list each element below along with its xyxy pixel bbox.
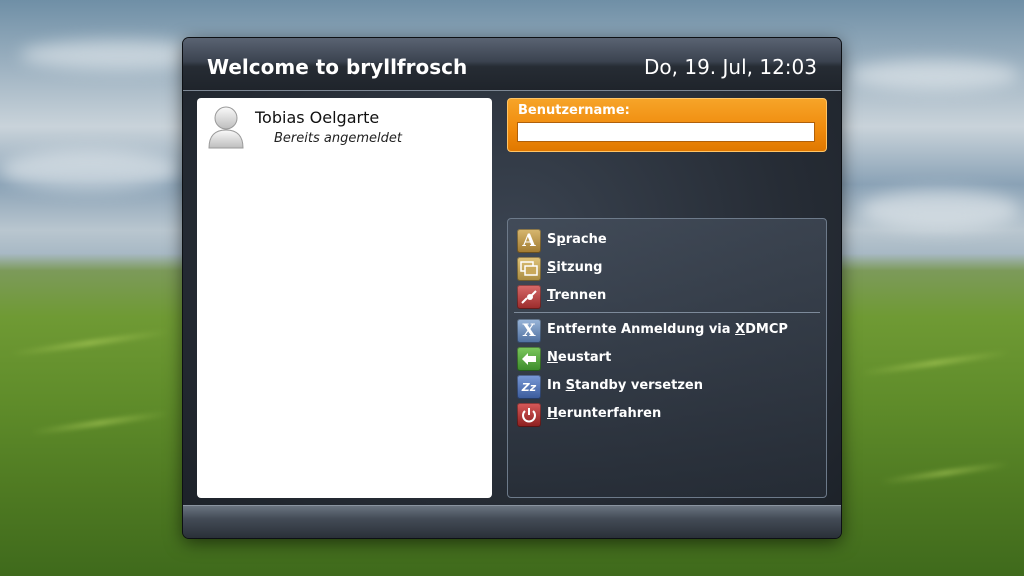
menu-item-label: Sprache — [547, 232, 607, 247]
user-avatar-icon — [207, 104, 245, 150]
menu-item-disconnect[interactable]: Trennen — [517, 284, 817, 310]
standby-icon: Zz — [517, 375, 541, 399]
desktop-background: { "dialog": { "title": "Welcome to bryll… — [0, 0, 1024, 576]
menu-item-standby[interactable]: Zz In Standby versetzen — [517, 374, 817, 400]
session-icon — [517, 257, 541, 281]
user-name: Tobias Oelgarte — [255, 108, 380, 127]
user-list-item[interactable]: Tobias Oelgarte Bereits angemeldet — [207, 104, 477, 152]
cloud — [0, 150, 180, 190]
clock: Do, 19. Jul, 12:03 — [644, 55, 817, 79]
menu-item-restart[interactable]: Neustart — [517, 346, 817, 372]
cloud — [850, 60, 1020, 90]
menu-item-session[interactable]: Sitzung — [517, 256, 817, 282]
cloud — [860, 190, 1020, 230]
grass — [880, 460, 1010, 486]
login-dialog: Welcome to bryllfrosch Do, 19. Jul, 12:0… — [183, 38, 841, 538]
user-status: Bereits angemeldet — [274, 131, 402, 146]
username-box: Benutzername: — [507, 98, 827, 152]
restart-icon — [517, 347, 541, 371]
menu-item-language[interactable]: A Sprache — [517, 228, 817, 254]
shutdown-icon — [517, 403, 541, 427]
username-input[interactable] — [517, 122, 815, 142]
user-list[interactable]: Tobias Oelgarte Bereits angemeldet — [197, 98, 492, 498]
menu-item-shutdown[interactable]: Herunterfahren — [517, 402, 817, 428]
menu-separator — [514, 312, 820, 313]
disconnect-icon — [517, 285, 541, 309]
grass — [860, 349, 1010, 377]
action-menu: A Sprache Sitzung Trennen X Entfernte An… — [507, 218, 827, 498]
xdmcp-icon: X — [517, 319, 541, 343]
dialog-titlebar: Welcome to bryllfrosch Do, 19. Jul, 12:0… — [183, 38, 841, 91]
menu-item-label: Herunterfahren — [547, 406, 662, 421]
dialog-footer — [183, 505, 841, 538]
username-label: Benutzername: — [518, 103, 630, 118]
menu-item-label: Neustart — [547, 350, 612, 365]
menu-item-label: Entfernte Anmeldung via XDMCP — [547, 322, 788, 337]
menu-item-label: Sitzung — [547, 260, 603, 275]
menu-item-label: In Standby versetzen — [547, 378, 703, 393]
dialog-title: Welcome to bryllfrosch — [207, 55, 468, 79]
menu-item-label: Trennen — [547, 288, 607, 303]
grass — [30, 410, 170, 436]
grass — [10, 328, 170, 358]
menu-item-xdmcp[interactable]: X Entfernte Anmeldung via XDMCP — [517, 318, 817, 344]
language-icon: A — [517, 229, 541, 253]
